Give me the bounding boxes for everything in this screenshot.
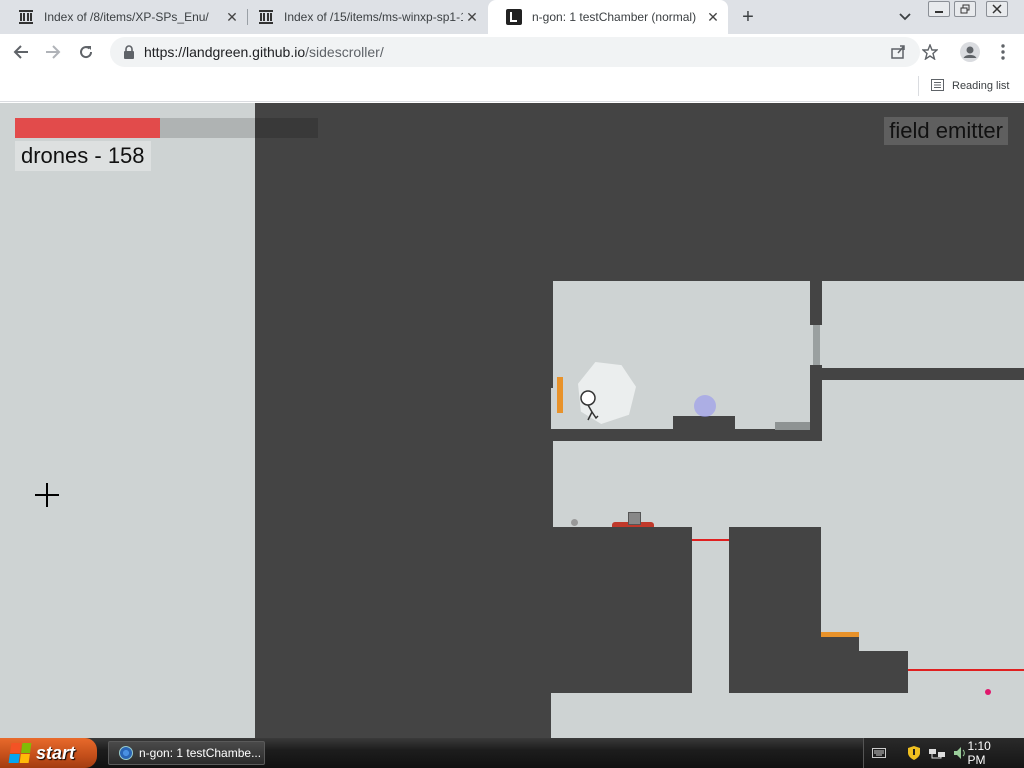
bookmark-star-icon[interactable] <box>917 39 943 65</box>
url-path: /sidescroller/ <box>305 44 384 60</box>
platform-orange <box>821 632 859 637</box>
chrome-icon <box>119 746 133 760</box>
player-icon <box>580 390 599 421</box>
crate <box>628 512 641 525</box>
taskbar-item-label: n-gon: 1 testChambe... <box>139 746 262 760</box>
archive-org-icon <box>18 9 34 25</box>
tab-n-gon[interactable]: n-gon: 1 testChamber (normal) ✕ <box>488 0 728 34</box>
taskbar-item-chrome[interactable]: n-gon: 1 testChambe... <box>108 741 265 765</box>
laser-beam <box>692 539 729 541</box>
wall-pillar-bottom <box>810 365 822 441</box>
profile-icon[interactable] <box>957 39 983 65</box>
wall-left-lower <box>551 441 553 527</box>
archive-org-icon <box>258 9 274 25</box>
share-icon[interactable] <box>885 39 911 65</box>
reload-button[interactable] <box>73 39 99 65</box>
reading-list-label: Reading list <box>952 80 1010 92</box>
floor-step <box>673 416 735 431</box>
wall-left-mass <box>255 281 551 738</box>
new-tab-button[interactable]: + <box>736 6 760 28</box>
keyboard-icon[interactable] <box>872 745 887 761</box>
wall-pillar-top <box>810 281 822 325</box>
url-text: https://landgreen.github.io/sidescroller… <box>144 44 384 60</box>
minimize-button[interactable] <box>928 1 950 17</box>
close-icon[interactable]: ✕ <box>223 8 241 26</box>
drone-orb <box>694 395 716 417</box>
n-gon-icon <box>506 9 522 25</box>
laser-beam <box>908 669 1024 671</box>
browser-toolbar: https://landgreen.github.io/sidescroller… <box>0 34 1024 70</box>
wall-left-edge <box>551 281 553 388</box>
block-lower-left <box>549 527 692 693</box>
field-label: field emitter <box>884 117 1008 145</box>
health-bar <box>15 118 160 138</box>
game-canvas[interactable]: drones - 158 field emitter <box>0 103 1024 738</box>
door-orange <box>557 377 563 413</box>
close-icon[interactable]: ✕ <box>463 8 481 26</box>
forward-button[interactable] <box>40 39 66 65</box>
tab-strip: Index of /8/items/XP-SPs_Enu/ ✕ Index of… <box>0 0 1024 34</box>
system-tray: 1:10 PM <box>863 738 1024 768</box>
back-button[interactable] <box>8 39 34 65</box>
floor-plate <box>775 422 810 430</box>
address-bar[interactable]: https://landgreen.github.io/sidescroller… <box>110 37 920 67</box>
block-lower-step <box>821 651 908 693</box>
start-button[interactable]: start <box>0 738 97 768</box>
taskbar: start n-gon: 1 testChambe... 1:10 PM <box>0 738 1024 768</box>
network-icon[interactable] <box>929 745 945 761</box>
chevron-down-icon[interactable] <box>894 8 916 26</box>
bullet <box>985 689 991 695</box>
close-window-button[interactable] <box>986 1 1008 17</box>
block-lower-step-top <box>821 637 859 651</box>
tab-title: Index of /15/items/ms-winxp-sp1-1( <box>284 10 463 24</box>
url-host: https://landgreen.github.io <box>144 44 306 60</box>
tab-title: n-gon: 1 testChamber (normal) <box>532 10 697 24</box>
reading-list-icon <box>931 78 944 94</box>
tab-winxp-sp1[interactable]: Index of /15/items/ms-winxp-sp1-1( ✕ <box>240 0 487 34</box>
gun-label: drones - 158 <box>15 141 151 171</box>
tab-xp-sps[interactable]: Index of /8/items/XP-SPs_Enu/ ✕ <box>0 0 247 34</box>
close-icon[interactable]: ✕ <box>704 8 722 26</box>
bookmarks-bar: Reading list <box>0 70 1024 102</box>
windows-flag-icon <box>8 743 32 763</box>
lock-icon[interactable] <box>114 45 144 59</box>
security-shield-icon[interactable] <box>907 745 922 761</box>
power-up-orb <box>571 519 578 526</box>
ledge-right <box>822 368 1024 380</box>
clock: 1:10 PM <box>967 739 991 767</box>
reading-list-button[interactable]: Reading list <box>918 76 1009 96</box>
menu-kebab-icon[interactable] <box>990 39 1016 65</box>
restore-button[interactable] <box>954 1 976 17</box>
start-label: start <box>36 742 76 763</box>
tab-title: Index of /8/items/XP-SPs_Enu/ <box>44 10 209 24</box>
wall-gate <box>813 325 820 365</box>
volume-icon[interactable] <box>953 745 968 761</box>
crosshair-icon <box>35 483 59 507</box>
block-lower-middle <box>729 527 821 693</box>
